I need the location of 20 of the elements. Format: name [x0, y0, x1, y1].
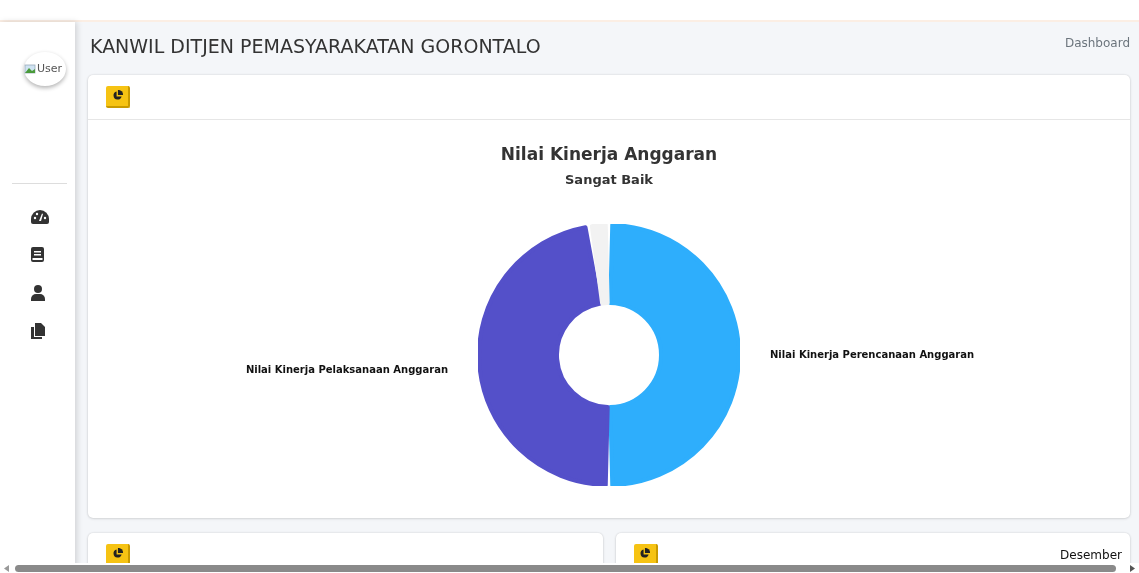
- user-icon[interactable]: [31, 284, 45, 301]
- segment-label: Nilai Kinerja Perencanaan Anggaran: [770, 348, 975, 363]
- breadcrumb-link[interactable]: Dashboard: [1064, 34, 1130, 53]
- pie-chart-icon: [111, 90, 123, 102]
- pie-chart-icon: [111, 548, 123, 560]
- chart-subtitle: Sangat Baik: [565, 171, 653, 190]
- segment-label: Nilai Kinerja Pelaksanaan Anggaran: [245, 363, 448, 378]
- month-label: Desember: [1060, 546, 1122, 564]
- broken-image-icon: [24, 63, 36, 75]
- copy-icon[interactable]: [31, 322, 45, 339]
- page-title: KANWIL DITJEN PEMASYARAKATAN GORONTALO: [90, 35, 541, 58]
- chart-toggle-button[interactable]: [106, 85, 130, 108]
- chart-toggle-button[interactable]: [106, 543, 130, 566]
- chart-toggle-button[interactable]: [633, 543, 658, 566]
- chart-title: Nilai Kinerja Anggaran: [500, 142, 718, 166]
- scroll-left-icon[interactable]: [4, 564, 9, 572]
- gauge-icon[interactable]: [31, 209, 49, 224]
- book-icon[interactable]: [31, 247, 44, 262]
- pie-chart-icon: [639, 548, 650, 560]
- user-image-alt-text: User: [37, 60, 63, 77]
